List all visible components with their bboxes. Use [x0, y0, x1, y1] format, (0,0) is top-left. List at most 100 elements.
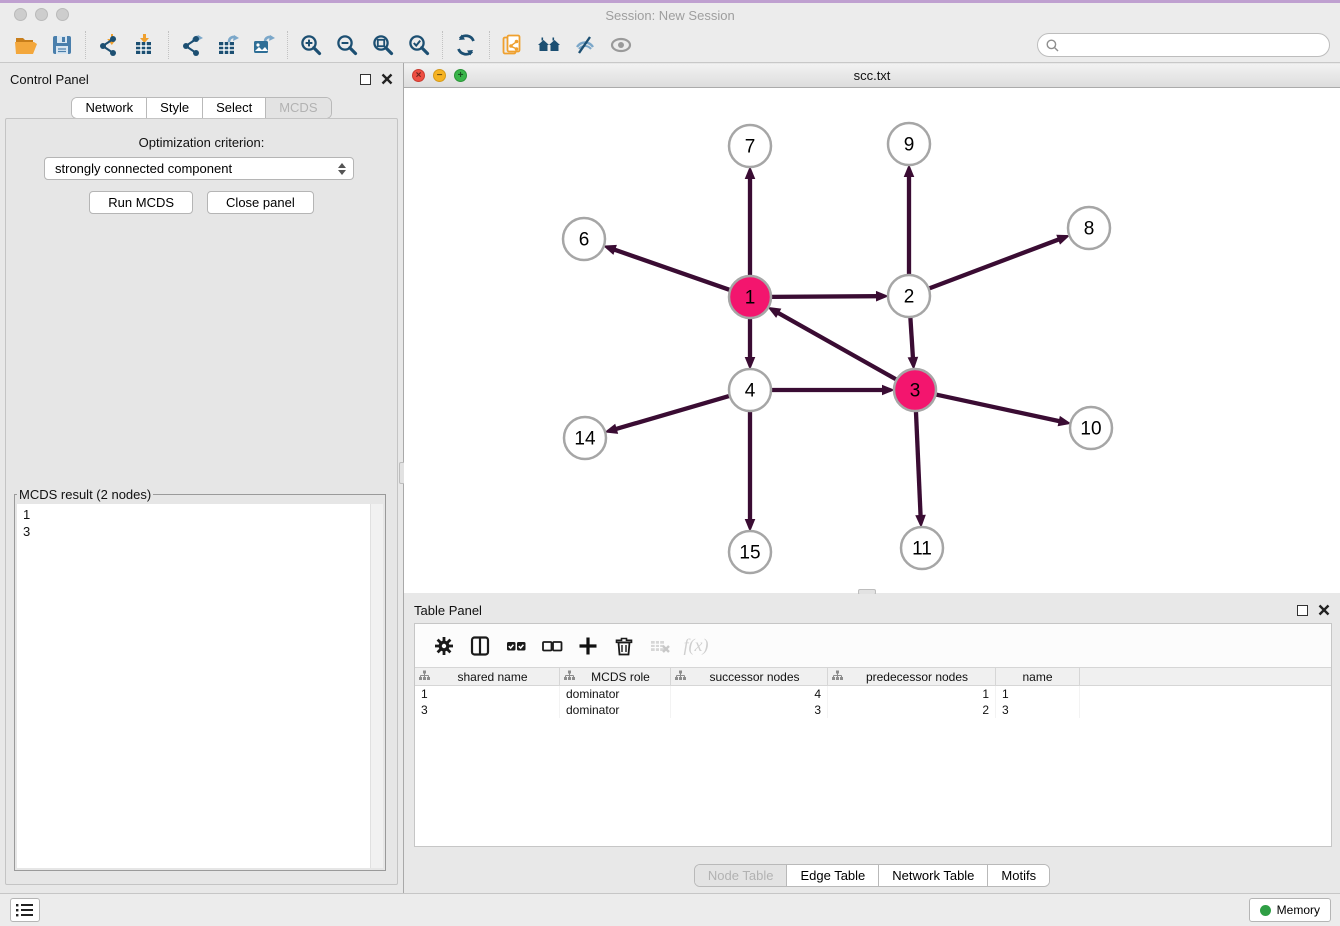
graph-node-8[interactable]: 8 — [1068, 207, 1110, 249]
tab-edge-table[interactable]: Edge Table — [787, 865, 879, 886]
column-header-shared-name[interactable]: shared name — [415, 668, 560, 685]
table-cell[interactable]: 3 — [671, 702, 828, 718]
edge-4-15[interactable] — [745, 411, 756, 532]
edge-2-3[interactable] — [908, 317, 919, 370]
add-column-icon[interactable] — [573, 631, 603, 661]
new-network-from-selection-icon[interactable] — [495, 30, 531, 60]
export-table-icon[interactable] — [210, 30, 246, 60]
zoom-fit-icon[interactable] — [365, 30, 401, 60]
column-header-predecessor-nodes[interactable]: predecessor nodes — [828, 668, 996, 685]
table-row[interactable]: 3dominator323 — [415, 702, 1331, 718]
graph-node-1[interactable]: 1 — [729, 276, 771, 318]
network-minimize-icon[interactable]: − — [433, 69, 446, 82]
table-settings-icon[interactable] — [429, 631, 459, 661]
graph-node-4[interactable]: 4 — [729, 369, 771, 411]
refresh-view-icon[interactable] — [448, 30, 484, 60]
zoom-out-icon[interactable] — [329, 30, 365, 60]
table-cell[interactable]: 3 — [415, 702, 560, 718]
import-network-icon[interactable] — [91, 30, 127, 60]
table-cell[interactable]: 1 — [415, 686, 560, 702]
edge-4-3[interactable] — [771, 385, 895, 396]
edge-1-4[interactable] — [745, 318, 756, 370]
task-history-button[interactable] — [10, 898, 40, 922]
graph-node-11[interactable]: 11 — [901, 527, 943, 569]
table-cell[interactable]: dominator — [560, 686, 671, 702]
select-all-columns-icon[interactable] — [501, 631, 531, 661]
graph-node-15[interactable]: 15 — [729, 531, 771, 573]
graph-node-7[interactable]: 7 — [729, 125, 771, 167]
export-image-icon[interactable] — [246, 30, 282, 60]
tab-network-table[interactable]: Network Table — [879, 865, 988, 886]
deselect-all-columns-icon[interactable] — [537, 631, 567, 661]
search-input[interactable] — [1064, 37, 1321, 53]
graph-node-2[interactable]: 2 — [888, 275, 930, 317]
float-panel-icon[interactable] — [360, 74, 371, 85]
column-header-MCDS-role[interactable]: MCDS role — [560, 668, 671, 685]
first-neighbors-icon[interactable] — [531, 30, 567, 60]
edge-1-2[interactable] — [771, 291, 889, 302]
network-window-controls[interactable]: × − + — [412, 69, 467, 82]
graph-node-6[interactable]: 6 — [563, 218, 605, 260]
run-mcds-button[interactable]: Run MCDS — [89, 191, 193, 214]
table-cell[interactable]: 1 — [996, 686, 1080, 702]
result-scrollbar[interactable] — [370, 504, 383, 868]
table-panel-title: Table Panel — [414, 603, 1297, 618]
column-header-successor-nodes[interactable]: successor nodes — [671, 668, 828, 685]
table-row[interactable]: 1dominator411 — [415, 686, 1331, 702]
edge-3-10[interactable] — [936, 394, 1072, 426]
network-maximize-icon[interactable]: + — [454, 69, 467, 82]
control-panel-header: Control Panel — [0, 68, 403, 90]
svg-text:8: 8 — [1084, 219, 1095, 240]
tab-node-table[interactable]: Node Table — [695, 865, 788, 886]
open-file-icon[interactable] — [8, 30, 44, 60]
edge-3-11[interactable] — [915, 411, 926, 528]
edge-4-14[interactable] — [604, 396, 730, 434]
app-window-controls[interactable] — [14, 8, 69, 21]
column-visibility-icon[interactable] — [465, 631, 495, 661]
zoom-in-icon[interactable] — [293, 30, 329, 60]
export-network-icon[interactable] — [174, 30, 210, 60]
edge-3-1[interactable] — [767, 307, 896, 380]
criterion-select[interactable]: strongly connected component — [44, 157, 354, 180]
mcds-result-area[interactable]: 1 3 — [17, 504, 383, 868]
tab-mcds[interactable]: MCDS — [266, 98, 330, 118]
memory-button[interactable]: Memory — [1249, 898, 1331, 922]
network-window-titlebar[interactable]: × − + scc.txt — [404, 64, 1340, 88]
save-session-icon[interactable] — [44, 30, 80, 60]
column-header-name[interactable]: name — [996, 668, 1080, 685]
edge-2-9[interactable] — [904, 164, 915, 275]
show-all-icon[interactable] — [603, 30, 639, 60]
zoom-selected-icon[interactable] — [401, 30, 437, 60]
control-panel-title: Control Panel — [10, 72, 360, 87]
graph-node-9[interactable]: 9 — [888, 123, 930, 165]
graph-node-10[interactable]: 10 — [1070, 407, 1112, 449]
close-panel-button[interactable]: Close panel — [207, 191, 314, 214]
network-canvas[interactable]: 1 2 3 4 6 7 8 9 10 11 14 15 — [404, 88, 1340, 593]
table-cell[interactable]: 1 — [828, 686, 996, 702]
edge-2-8[interactable] — [929, 235, 1071, 289]
search-field[interactable] — [1037, 33, 1330, 57]
maximize-window-icon[interactable] — [56, 8, 69, 21]
edge-1-7[interactable] — [745, 166, 756, 276]
tab-network[interactable]: Network — [72, 98, 147, 118]
table-cell[interactable]: 4 — [671, 686, 828, 702]
close-table-panel-icon[interactable] — [1318, 604, 1330, 616]
close-window-icon[interactable] — [14, 8, 27, 21]
table-cell[interactable]: 3 — [996, 702, 1080, 718]
table-cell[interactable]: dominator — [560, 702, 671, 718]
hide-selected-icon[interactable] — [567, 30, 603, 60]
graph-node-14[interactable]: 14 — [564, 417, 606, 459]
table-rows: 1dominator4113dominator323 — [415, 686, 1331, 718]
delete-column-icon[interactable] — [609, 631, 639, 661]
network-close-icon[interactable]: × — [412, 69, 425, 82]
minimize-window-icon[interactable] — [35, 8, 48, 21]
tab-select[interactable]: Select — [203, 98, 266, 118]
graph-node-3[interactable]: 3 — [894, 369, 936, 411]
close-panel-icon[interactable] — [381, 73, 393, 85]
edge-1-6[interactable] — [603, 245, 730, 290]
import-table-icon[interactable] — [127, 30, 163, 60]
tab-motifs[interactable]: Motifs — [988, 865, 1049, 886]
float-table-panel-icon[interactable] — [1297, 605, 1308, 616]
tab-style[interactable]: Style — [147, 98, 203, 118]
table-cell[interactable]: 2 — [828, 702, 996, 718]
